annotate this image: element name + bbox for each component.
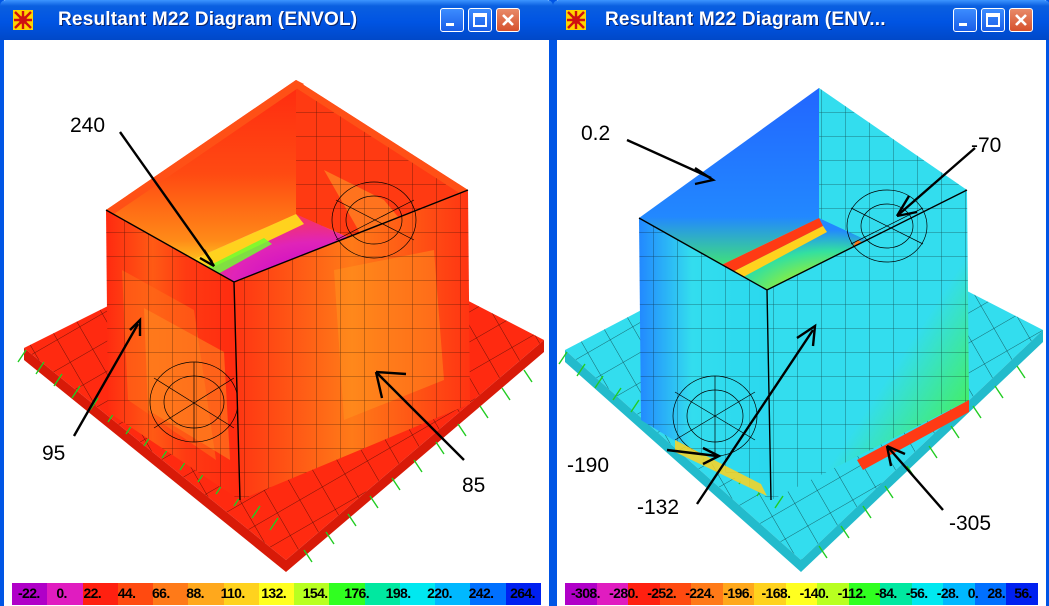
annotation-value-85: 85 <box>462 474 485 497</box>
legend-label: 66. <box>152 585 170 601</box>
maximize-button[interactable] <box>981 8 1005 32</box>
minimize-button[interactable] <box>440 8 464 32</box>
minimize-icon <box>959 23 967 26</box>
legend-label: 0. <box>56 585 67 601</box>
annotation-value-240: 240 <box>70 114 105 137</box>
legend-label: 242. <box>468 585 494 601</box>
legend-label: -168. <box>761 585 791 601</box>
legend-label: 220. <box>427 585 452 601</box>
m22-contour-diagram-envol: 240 95 85 <box>17 80 544 572</box>
legend-label: -56. <box>905 585 928 601</box>
m22-contour-diagram-env: 0.2 -70 -190 -132 -305 <box>558 88 1043 572</box>
window-title: Resultant M22 Diagram (ENVOL) <box>58 9 358 30</box>
annotation-value-190: -190 <box>567 454 609 477</box>
minimize-icon <box>446 23 454 26</box>
m22-diagram-window-right[interactable]: Resultant M22 Diagram (ENV... 0.2 -70 -1… <box>553 0 1049 606</box>
legend-label: 154. <box>302 585 328 601</box>
maximize-icon <box>473 13 487 27</box>
legend-label: 28. <box>987 585 1006 601</box>
minimize-button[interactable] <box>953 8 977 32</box>
legend-label: 22. <box>83 585 102 601</box>
annotation-value-0.2: 0.2 <box>581 122 610 145</box>
maximize-icon <box>986 13 1000 27</box>
legend-label: 198. <box>385 585 411 601</box>
color-legend-labels: -22. 0. 22. 44. 66. 88. 110. 132. 154. 176. 198. 22… <box>12 585 541 603</box>
annotation-value-95: 95 <box>42 442 65 465</box>
m22-diagram-window-left[interactable]: Resultant M22 Diagram (ENVOL) 240 95 85 … <box>0 0 553 606</box>
legend-label: 132. <box>261 585 287 601</box>
close-button[interactable] <box>1009 8 1033 32</box>
title-bar[interactable]: Resultant M22 Diagram (ENVOL) <box>0 0 553 40</box>
annotation-value-132: -132 <box>637 496 679 519</box>
color-legend-labels: -308. -280. -252. -224. -196. -168. -140. -112.… <box>565 585 1038 603</box>
sap-app-icon <box>566 10 586 30</box>
sap-app-icon <box>13 10 33 30</box>
legend-label: -252. <box>647 585 677 601</box>
close-icon <box>502 14 514 26</box>
legend-label: 0. <box>967 585 979 601</box>
legend-label: -224. <box>685 585 715 601</box>
legend-label: 88. <box>186 585 204 601</box>
legend-label: -196. <box>723 585 753 601</box>
legend-label: 110. <box>220 585 246 601</box>
legend-label: -22. <box>18 585 40 601</box>
legend-label: -112. <box>837 585 867 601</box>
legend-label: 264. <box>510 585 535 601</box>
close-icon <box>1015 14 1027 26</box>
window-title: Resultant M22 Diagram (ENV... <box>605 9 886 30</box>
legend-label: -308. <box>571 585 601 601</box>
annotation-value-70: -70 <box>971 134 1001 157</box>
legend-label: 176. <box>344 585 370 601</box>
legend-label: -84. <box>874 585 897 601</box>
diagram-canvas[interactable]: 0.2 -70 -190 -132 -305 <box>557 40 1046 582</box>
legend-label: -28. <box>936 585 959 601</box>
legend-label: -140. <box>799 585 830 601</box>
diagram-canvas[interactable]: 240 95 85 <box>4 40 549 582</box>
legend-label: 44. <box>117 585 136 601</box>
title-bar[interactable]: Resultant M22 Diagram (ENV... <box>553 0 1049 40</box>
legend-label: 56. <box>1014 585 1032 601</box>
maximize-button[interactable] <box>468 8 492 32</box>
annotation-value-305: -305 <box>949 512 991 535</box>
legend-label: -280. <box>609 585 639 601</box>
close-button[interactable] <box>496 8 520 32</box>
